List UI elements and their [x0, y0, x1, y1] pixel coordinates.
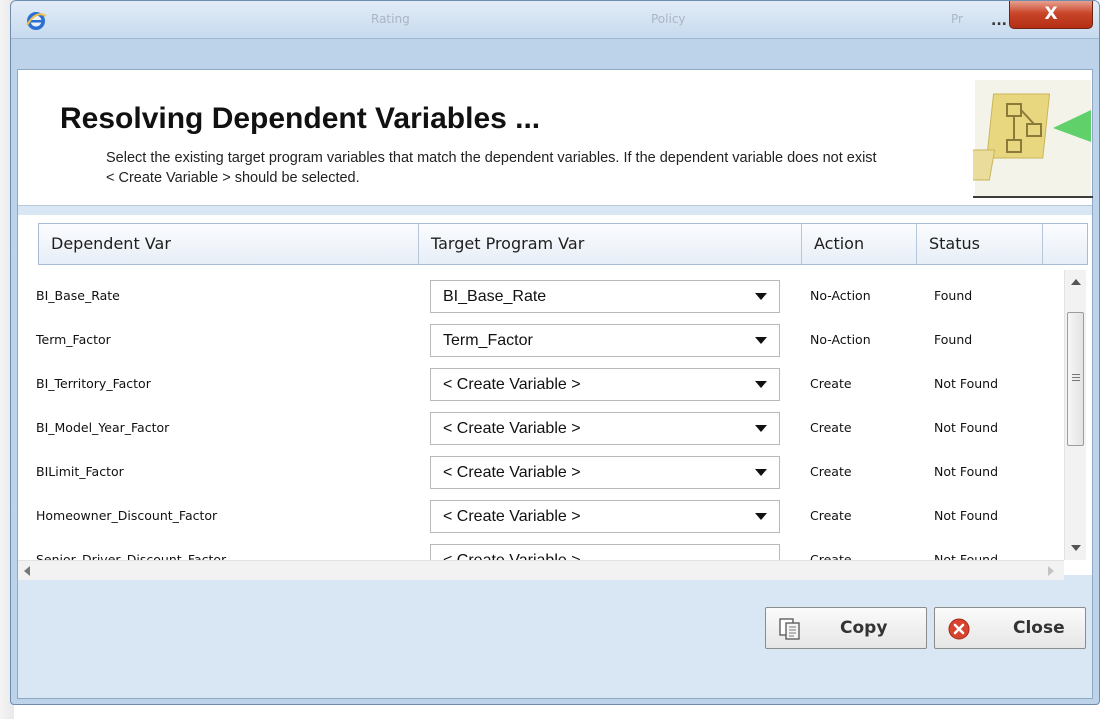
target-var-dropdown[interactable]: < Create Variable > [430, 500, 780, 533]
copy-button-label: Copy [840, 618, 888, 638]
action-cell: No-Action [810, 332, 871, 347]
action-cell: No-Action [810, 288, 871, 303]
dependent-var-cell: BI_Model_Year_Factor [36, 420, 170, 435]
close-circle-icon [948, 618, 970, 640]
table-row[interactable]: BI_Territory_Factor < Create Variable > … [28, 362, 1058, 406]
scroll-down-arrow-icon[interactable] [1071, 545, 1081, 551]
scroll-left-arrow-icon[interactable] [24, 566, 30, 576]
status-cell: Not Found [934, 552, 999, 560]
column-header-dependent-var[interactable]: Dependent Var [39, 224, 419, 264]
table-row[interactable]: BILimit_Factor < Create Variable > Creat… [28, 450, 1058, 494]
chevron-down-icon[interactable] [755, 513, 767, 520]
header-description: Select the existing target program varia… [106, 150, 877, 186]
target-var-dropdown[interactable]: < Create Variable > [430, 368, 780, 401]
target-var-dropdown[interactable]: < Create Variable > [430, 456, 780, 489]
action-cell: Create [810, 420, 852, 435]
status-cell: Not Found [934, 420, 999, 435]
action-cell: Create [810, 552, 852, 560]
chevron-down-icon[interactable] [755, 337, 767, 344]
target-var-dropdown[interactable]: < Create Variable > [430, 412, 780, 445]
target-var-value: Term_Factor [443, 332, 533, 349]
grip-line [1072, 374, 1080, 375]
close-button-label: Close [1013, 618, 1065, 638]
scroll-right-arrow-icon[interactable] [1048, 566, 1054, 576]
column-header-action[interactable]: Action [802, 224, 917, 264]
title-bar[interactable]: Rating Policy Pr ... X [11, 1, 1099, 39]
page-title: Resolving Dependent Variables ... [60, 102, 541, 135]
dependent-var-cell: BILimit_Factor [36, 464, 124, 479]
grip-line [1072, 380, 1080, 381]
target-var-value: BI_Base_Rate [443, 288, 547, 305]
title-ghost-2: Policy [651, 12, 686, 26]
dependent-var-cell: Term_Factor [36, 332, 111, 347]
title-ghost-3: Pr [951, 12, 963, 26]
dependent-var-cell: BI_Territory_Factor [36, 376, 151, 391]
scroll-up-arrow-icon[interactable] [1071, 279, 1081, 285]
status-cell: Not Found [934, 508, 999, 523]
target-var-value: < Create Variable > [443, 420, 581, 437]
status-cell: Not Found [934, 464, 999, 479]
horizontal-scrollbar[interactable] [18, 560, 1064, 580]
dependent-var-cell: BI_Base_Rate [36, 288, 120, 303]
target-var-dropdown[interactable]: Term_Factor [430, 324, 780, 357]
target-var-value: < Create Variable > [443, 508, 581, 525]
status-cell: Found [934, 288, 973, 303]
title-ghost-1: Rating [371, 12, 410, 26]
table-row[interactable]: BI_Base_Rate BI_Base_Rate No-Action Foun… [28, 274, 1058, 318]
target-var-dropdown[interactable]: BI_Base_Rate [430, 280, 780, 313]
column-header-target-program-var[interactable]: Target Program Var [419, 224, 802, 264]
grip-line [1072, 377, 1080, 378]
chevron-down-icon[interactable] [755, 293, 767, 300]
action-cell: Create [810, 508, 852, 523]
table-row[interactable]: Senior_Driver_Discount_Factor < Create V… [28, 538, 1058, 560]
status-cell: Not Found [934, 376, 999, 391]
chevron-down-icon[interactable] [755, 381, 767, 388]
grid-header: Dependent Var Target Program Var Action … [38, 223, 1088, 265]
header-panel: Resolving Dependent Variables ... Select… [18, 70, 1093, 206]
column-header-status[interactable]: Status [917, 224, 1043, 264]
dependent-var-cell: Homeowner_Discount_Factor [36, 508, 218, 523]
target-var-value: < Create Variable > [443, 552, 581, 560]
window-close-button[interactable]: X [1009, 1, 1093, 29]
close-button[interactable]: Close [934, 607, 1086, 649]
target-var-value: < Create Variable > [443, 376, 581, 393]
chevron-down-icon[interactable] [755, 469, 767, 476]
target-var-value: < Create Variable > [443, 464, 581, 481]
action-cell: Create [810, 464, 852, 479]
chevron-down-icon[interactable] [755, 425, 767, 432]
wizard-art-icon [973, 80, 1093, 198]
variables-grid: Dependent Var Target Program Var Action … [18, 215, 1092, 580]
table-row[interactable]: BI_Model_Year_Factor < Create Variable >… [28, 406, 1058, 450]
copy-button[interactable]: Copy [765, 607, 927, 649]
action-cell: Create [810, 376, 852, 391]
vertical-scroll-thumb[interactable] [1067, 312, 1084, 446]
target-var-dropdown[interactable]: < Create Variable > [430, 544, 780, 560]
dependent-var-cell: Senior_Driver_Discount_Factor [36, 552, 227, 560]
table-row[interactable]: Homeowner_Discount_Factor < Create Varia… [28, 494, 1058, 538]
ie-icon [26, 12, 47, 30]
table-row[interactable]: Term_Factor Term_Factor No-Action Found [28, 318, 1058, 362]
dialog-body: Resolving Dependent Variables ... Select… [17, 69, 1093, 699]
title-ellipsis: ... [991, 13, 1007, 29]
status-cell: Found [934, 332, 973, 347]
vertical-scrollbar[interactable] [1064, 270, 1086, 560]
copy-icon [779, 618, 800, 640]
dialog-window: Rating Policy Pr ... X Resolving Depende… [10, 0, 1100, 705]
column-header-spacer [1043, 224, 1087, 264]
